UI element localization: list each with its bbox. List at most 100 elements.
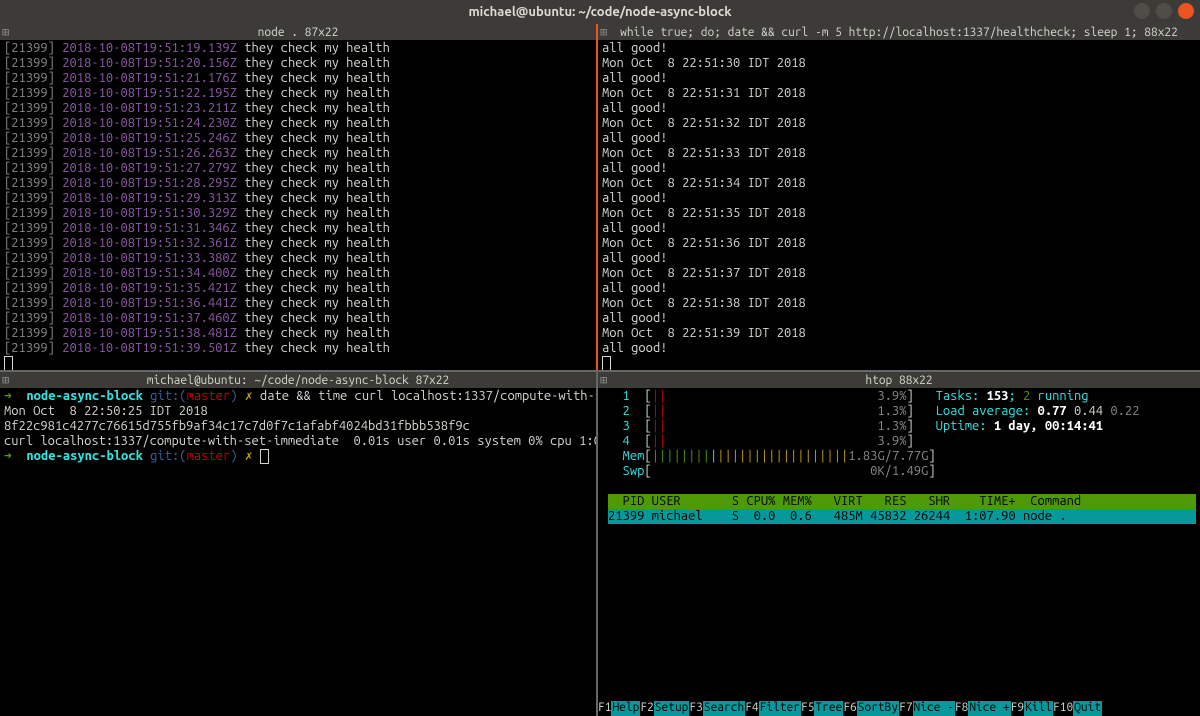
close-button[interactable] [1178, 3, 1194, 19]
log-line: [21399] 2018-10-08T19:51:38.481Z they ch… [4, 326, 592, 341]
window-buttons [1134, 3, 1194, 19]
pane-htop[interactable]: ⊞ htop 88x22 1 [|| 3.9%] Tasks: 153; 2 r… [598, 370, 1200, 716]
output-line: Mon Oct 8 22:51:35 IDT 2018 [602, 206, 1196, 221]
htop-output: 1 [|| 3.9%] Tasks: 153; 2 running 2 [|| … [598, 388, 1200, 526]
pid: [21399] [4, 236, 55, 250]
fkey-F2[interactable]: F2 [640, 701, 653, 716]
log-message: they check my health [244, 341, 390, 355]
log-line: [21399] 2018-10-08T19:51:31.346Z they ch… [4, 221, 592, 236]
fkey-F10[interactable]: F10 [1053, 701, 1073, 716]
minimize-button[interactable] [1134, 3, 1150, 19]
log-line: [21399] 2018-10-08T19:51:29.313Z they ch… [4, 191, 592, 206]
log-line: [21399] 2018-10-08T19:51:36.441Z they ch… [4, 296, 592, 311]
output-line: all good! [602, 41, 1196, 56]
swap-meter: Swp[ 0K/1.49G] [608, 464, 1196, 479]
log-line: [21399] 2018-10-08T19:51:35.421Z they ch… [4, 281, 592, 296]
terminal-output: all good!Mon Oct 8 22:51:30 IDT 2018all … [598, 40, 1200, 370]
timestamp: 2018-10-08T19:51:36.441Z [62, 296, 237, 310]
fkey-F1[interactable]: F1 [598, 701, 611, 716]
pane-healthcheck[interactable]: ⊞ while true; do; date && curl -m 5 http… [598, 24, 1200, 370]
fkey-F5[interactable]: F5 [801, 701, 814, 716]
pane-title: htop 88x22 [865, 374, 932, 387]
htop-header: PID USER S CPU% MEM% VIRT RES SHR TIME+ … [608, 494, 1196, 509]
fkey-F9[interactable]: F9 [1011, 701, 1024, 716]
log-message: they check my health [244, 146, 390, 160]
process-row[interactable]: 21399 michael S 0.0 0.6 485M 45832 26244… [608, 509, 1196, 524]
timestamp: 2018-10-08T19:51:33.380Z [62, 251, 237, 265]
pid: [21399] [4, 71, 55, 85]
cpu-meter: 2 [|| 1.3%] Load average: 0.77 0.44 0.22 [608, 404, 1196, 419]
fkey-F8[interactable]: F8 [955, 701, 968, 716]
blank-line [608, 479, 1196, 494]
maximize-button[interactable] [1156, 3, 1172, 19]
log-message: they check my health [244, 131, 390, 145]
fkey-F6[interactable]: F6 [843, 701, 856, 716]
fkey-label[interactable]: SortBy [857, 701, 899, 716]
timestamp: 2018-10-08T19:51:39.501Z [62, 341, 237, 355]
output-line: all good! [602, 71, 1196, 86]
prompt-line[interactable]: ➜ node-async-block git:(master) ✗ [4, 449, 592, 464]
timestamp: 2018-10-08T19:51:26.263Z [62, 146, 237, 160]
timestamp: 2018-10-08T19:51:34.400Z [62, 266, 237, 280]
fkey-label[interactable]: Kill [1024, 701, 1053, 716]
fkey-label[interactable]: Search [703, 701, 745, 716]
timestamp: 2018-10-08T19:51:30.329Z [62, 206, 237, 220]
fkey-label[interactable]: Help [611, 701, 640, 716]
fkey-F7[interactable]: F7 [899, 701, 912, 716]
fkey-label[interactable]: Nice - [913, 701, 955, 716]
output-line: Mon Oct 8 22:51:32 IDT 2018 [602, 116, 1196, 131]
log-message: they check my health [244, 251, 390, 265]
pane-shell[interactable]: ⊞ michael@ubuntu: ~/code/node-async-bloc… [0, 370, 598, 716]
timestamp: 2018-10-08T19:51:32.361Z [62, 236, 237, 250]
log-line: [21399] 2018-10-08T19:51:22.195Z they ch… [4, 86, 592, 101]
fkey-F3[interactable]: F3 [689, 701, 702, 716]
pid: [21399] [4, 56, 55, 70]
log-message: they check my health [244, 41, 390, 55]
pane-icon: ⊞ [600, 25, 607, 39]
dirty-icon: ✗ [245, 389, 253, 403]
pane-title: node . 87x22 [258, 26, 339, 39]
output-line: all good! [602, 341, 1196, 356]
output-line: curl localhost:1337/compute-with-set-imm… [4, 434, 592, 449]
output-line: Mon Oct 8 22:51:38 IDT 2018 [602, 296, 1196, 311]
output-line: Mon Oct 8 22:51:36 IDT 2018 [602, 236, 1196, 251]
cursor [602, 356, 611, 370]
pane-title: while true; do; date && curl -m 5 http:/… [620, 26, 1178, 39]
timestamp: 2018-10-08T19:51:35.421Z [62, 281, 237, 295]
fkey-F4[interactable]: F4 [745, 701, 758, 716]
output-line: all good! [602, 311, 1196, 326]
log-message: they check my health [244, 86, 390, 100]
cpu-meter: 4 [|| 3.9%] [608, 434, 1196, 449]
pid: [21399] [4, 86, 55, 100]
cursor-line [602, 356, 1196, 370]
log-line: [21399] 2018-10-08T19:51:34.400Z they ch… [4, 266, 592, 281]
timestamp: 2018-10-08T19:51:19.139Z [62, 41, 237, 55]
command: date && time curl localhost:1337/compute… [260, 389, 598, 403]
pane-header: ⊞ htop 88x22 [598, 372, 1200, 388]
cpu-meter: 3 [|| 1.3%] Uptime: 1 day, 00:14:41 [608, 419, 1196, 434]
timestamp: 2018-10-08T19:51:25.246Z [62, 131, 237, 145]
log-line: [21399] 2018-10-08T19:51:20.156Z they ch… [4, 56, 592, 71]
pane-header: ⊞ node . 87x22 [0, 24, 596, 40]
output-line: Mon Oct 8 22:51:31 IDT 2018 [602, 86, 1196, 101]
pane-header: ⊞ michael@ubuntu: ~/code/node-async-bloc… [0, 372, 596, 388]
fkey-label[interactable]: Quit [1073, 701, 1102, 716]
fkey-label[interactable]: Filter [759, 701, 801, 716]
pane-icon: ⊞ [2, 373, 9, 387]
log-message: they check my health [244, 296, 390, 310]
fkey-label[interactable]: Tree [814, 701, 843, 716]
terminal-output: ➜ node-async-block git:(master) ✗ date &… [0, 388, 596, 466]
log-line: [21399] 2018-10-08T19:51:30.329Z they ch… [4, 206, 592, 221]
window-title: michael@ubuntu: ~/code/node-async-block [468, 5, 731, 19]
log-line: [21399] 2018-10-08T19:51:23.211Z they ch… [4, 101, 592, 116]
pane-node-log[interactable]: ⊞ node . 87x22 [21399] 2018-10-08T19:51:… [0, 24, 598, 370]
log-message: they check my health [244, 116, 390, 130]
cursor-line [4, 356, 592, 370]
pid: [21399] [4, 41, 55, 55]
fkey-label[interactable]: Setup [654, 701, 690, 716]
fkey-label[interactable]: Nice + [968, 701, 1010, 716]
log-message: they check my health [244, 71, 390, 85]
mem-meter: Mem[|||||||||||||||||||||||||||1.83G/7.7… [608, 449, 1196, 464]
cursor [4, 356, 13, 370]
pid: [21399] [4, 251, 55, 265]
